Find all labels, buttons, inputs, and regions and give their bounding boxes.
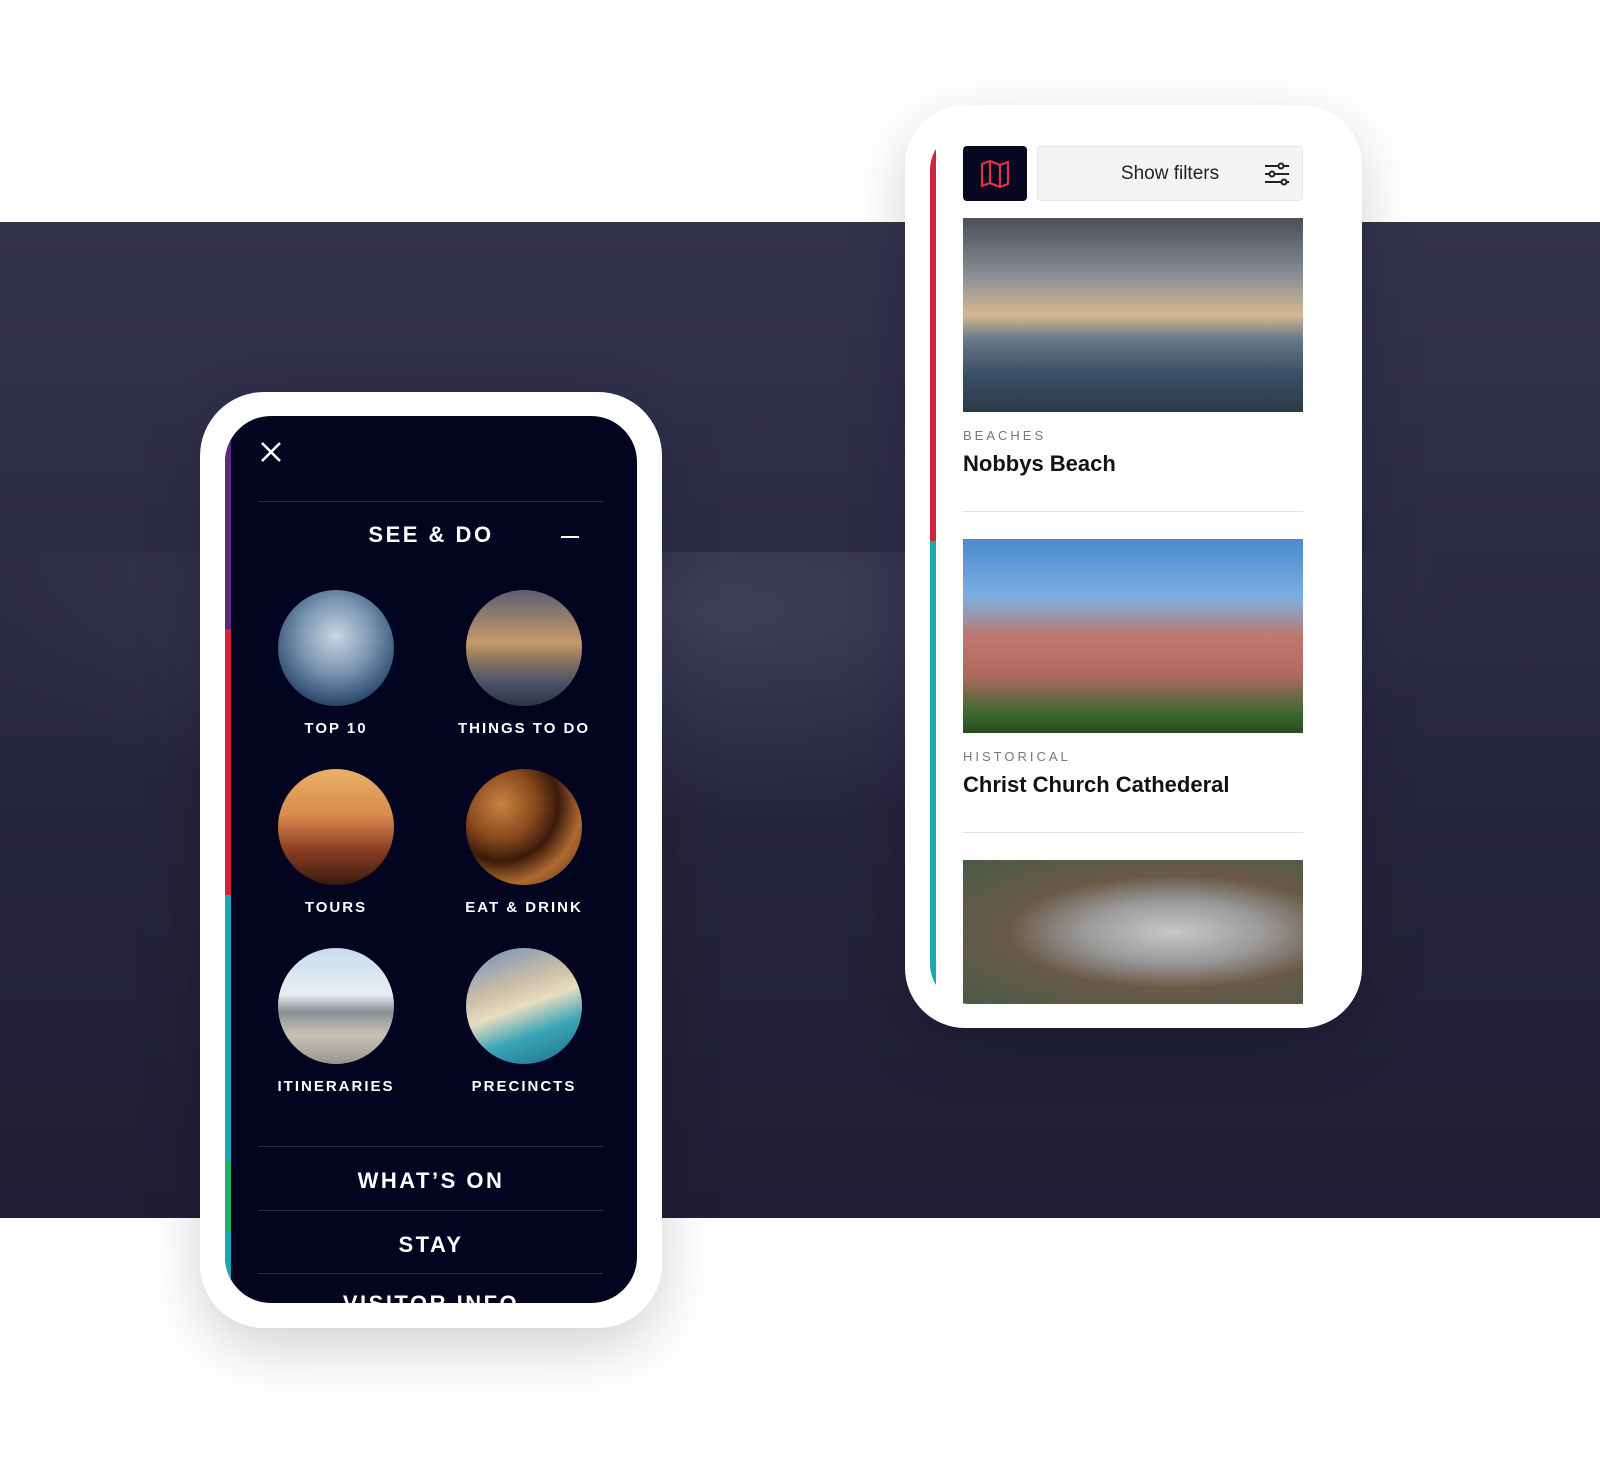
divider: [258, 1273, 603, 1274]
map-icon: [980, 159, 1010, 188]
phone-listing: Show filters BEACHES Nobbys Beach HISTOR…: [905, 105, 1362, 1028]
tile-label: PRECINCTS: [471, 1078, 577, 1095]
close-icon[interactable]: [259, 440, 283, 464]
menu-item-stay[interactable]: STAY: [225, 1232, 637, 1258]
cyclists-image: [278, 769, 394, 885]
tile-tours[interactable]: TOURS: [241, 769, 431, 916]
tile-itineraries[interactable]: ITINERARIES: [241, 948, 431, 1095]
minus-icon[interactable]: [561, 536, 579, 538]
koala-image: [963, 860, 1303, 1004]
tile-things-to-do[interactable]: THINGS TO DO: [429, 590, 619, 737]
coastline-image: [466, 948, 582, 1064]
section-title: SEE & DO: [368, 522, 494, 547]
map-button[interactable]: [963, 146, 1027, 201]
listing-screen: Show filters BEACHES Nobbys Beach HISTOR…: [930, 130, 1338, 1004]
listing-card[interactable]: BEACHES Nobbys Beach: [963, 218, 1303, 477]
divider: [258, 1210, 603, 1211]
whale-image: [278, 590, 394, 706]
tile-precincts[interactable]: PRECINCTS: [429, 948, 619, 1095]
tile-top-10[interactable]: TOP 10: [241, 590, 431, 737]
divider: [258, 1146, 603, 1147]
tile-label: TOURS: [304, 899, 368, 916]
tile-label: TOP 10: [304, 720, 368, 737]
card-title: Christ Church Cathederal: [963, 772, 1230, 797]
divider: [963, 832, 1303, 833]
sliders-icon: [1265, 162, 1289, 186]
card-category: HISTORICAL: [963, 749, 1071, 764]
boardwalk-image: [278, 948, 394, 1064]
card-category: BEACHES: [963, 428, 1047, 443]
tile-label: EAT & DRINK: [465, 899, 583, 916]
color-stripe: [930, 130, 936, 1004]
lighthouse-image: [466, 590, 582, 706]
card-title: Nobbys Beach: [963, 451, 1116, 476]
tile-eat-drink[interactable]: EAT & DRINK: [429, 769, 619, 916]
phone-menu: SEE & DO TOP 10 THINGS TO DO TOURS EAT &…: [200, 392, 662, 1328]
tile-label: ITINERARIES: [277, 1078, 395, 1095]
nobbys-beach-image: [963, 218, 1303, 412]
menu-item-visitor-info[interactable]: VISITOR INFO: [225, 1291, 637, 1303]
menu-item-whats-on[interactable]: WHAT’S ON: [225, 1168, 637, 1194]
pastries-image: [466, 769, 582, 885]
divider: [258, 501, 603, 502]
listing-card[interactable]: [963, 860, 1303, 1004]
filters-label: Show filters: [1120, 162, 1220, 184]
show-filters-button[interactable]: Show filters: [1037, 146, 1303, 201]
listing-card[interactable]: HISTORICAL Christ Church Cathederal: [963, 539, 1303, 798]
divider: [963, 511, 1303, 512]
cathedral-image: [963, 539, 1303, 733]
menu-screen: SEE & DO TOP 10 THINGS TO DO TOURS EAT &…: [225, 416, 637, 1303]
tile-label: THINGS TO DO: [457, 720, 591, 737]
